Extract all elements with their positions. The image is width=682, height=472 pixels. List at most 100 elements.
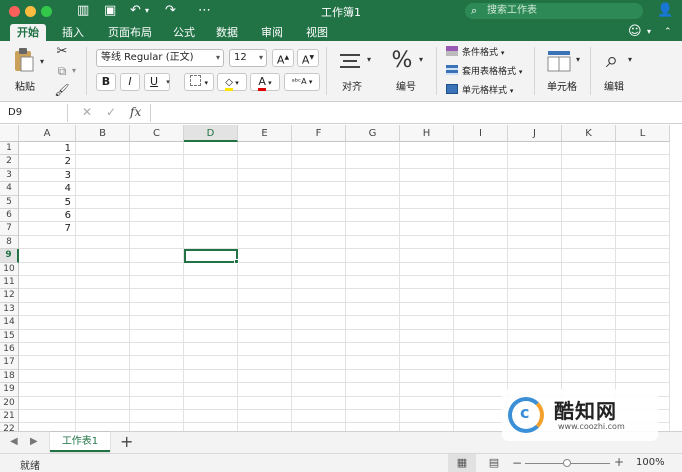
- cell-i4[interactable]: [454, 182, 508, 196]
- cell-c17[interactable]: [130, 356, 184, 370]
- cell-h4[interactable]: [400, 182, 454, 196]
- row-header-17[interactable]: 17: [0, 356, 19, 370]
- cell-h18[interactable]: [400, 369, 454, 384]
- cell-e3[interactable]: [238, 168, 292, 183]
- cell-h16[interactable]: [400, 343, 454, 357]
- cell-d2[interactable]: [184, 155, 238, 169]
- cell-d16[interactable]: [184, 343, 238, 357]
- cell-d12[interactable]: [184, 289, 238, 303]
- cell-f12[interactable]: [292, 289, 346, 303]
- cell-b6[interactable]: [76, 209, 130, 223]
- cell-d8[interactable]: [184, 235, 238, 250]
- cell-g10[interactable]: [346, 262, 400, 276]
- cell-i2[interactable]: [454, 155, 508, 169]
- column-header-k[interactable]: K: [562, 125, 616, 142]
- cell-e16[interactable]: [238, 343, 292, 357]
- cell-e22[interactable]: [238, 423, 292, 431]
- cell-j9[interactable]: [508, 249, 562, 263]
- cell-c18[interactable]: [130, 369, 184, 384]
- cell-l8[interactable]: [616, 235, 670, 250]
- fill-handle[interactable]: [234, 258, 239, 264]
- cell-i6[interactable]: [454, 209, 508, 223]
- row-header-9[interactable]: 9: [0, 249, 19, 263]
- cell-e10[interactable]: [238, 262, 292, 276]
- cell-b21[interactable]: [76, 410, 130, 424]
- prev-sheet-icon[interactable]: ◀: [10, 436, 18, 447]
- cell-i3[interactable]: [454, 168, 508, 183]
- row-header-20[interactable]: 20: [0, 396, 19, 410]
- normal-view-icon[interactable]: ▦: [448, 454, 476, 472]
- column-header-h[interactable]: H: [400, 125, 454, 142]
- cell-k15[interactable]: [562, 329, 616, 343]
- cell-f7[interactable]: [292, 222, 346, 236]
- cell-c9[interactable]: [130, 249, 184, 263]
- select-all-corner[interactable]: [0, 125, 19, 142]
- number-format-icon[interactable]: %: [388, 45, 416, 75]
- cell-k14[interactable]: [562, 316, 616, 330]
- cell-h2[interactable]: [400, 155, 454, 169]
- cell-j4[interactable]: [508, 182, 562, 196]
- row-header-10[interactable]: 10: [0, 262, 19, 276]
- cell-l4[interactable]: [616, 182, 670, 196]
- cell-e21[interactable]: [238, 410, 292, 424]
- cell-i16[interactable]: [454, 343, 508, 357]
- cell-i22[interactable]: [454, 423, 508, 431]
- cell-h8[interactable]: [400, 235, 454, 250]
- edit-dropdown-icon[interactable]: ▾: [626, 55, 634, 64]
- cell-f15[interactable]: [292, 329, 346, 343]
- cell-b2[interactable]: [76, 155, 130, 169]
- cell-g5[interactable]: [346, 195, 400, 209]
- cell-k13[interactable]: [562, 302, 616, 317]
- next-sheet-icon[interactable]: ▶: [30, 436, 38, 447]
- cell-l18[interactable]: [616, 369, 670, 384]
- cell-j6[interactable]: [508, 209, 562, 223]
- cell-l11[interactable]: [616, 276, 670, 290]
- font-size-select[interactable]: 12 ▾: [229, 49, 267, 67]
- cell-a7[interactable]: 7: [19, 222, 76, 236]
- row-header-19[interactable]: 19: [0, 383, 19, 397]
- cell-j16[interactable]: [508, 343, 562, 357]
- cell-l13[interactable]: [616, 302, 670, 317]
- cell-l7[interactable]: [616, 222, 670, 236]
- column-header-d[interactable]: D: [184, 125, 238, 142]
- cell-f1[interactable]: [292, 142, 346, 156]
- cell-d17[interactable]: [184, 356, 238, 370]
- formula-input[interactable]: [156, 104, 676, 122]
- cell-g13[interactable]: [346, 302, 400, 317]
- cell-c1[interactable]: [130, 142, 184, 156]
- cell-f9[interactable]: [292, 249, 346, 263]
- cell-e12[interactable]: [238, 289, 292, 303]
- cell-d4[interactable]: [184, 182, 238, 196]
- cell-f17[interactable]: [292, 356, 346, 370]
- cell-e2[interactable]: [238, 155, 292, 169]
- cell-l10[interactable]: [616, 262, 670, 276]
- cell-a18[interactable]: [19, 369, 76, 384]
- feedback-smiley-icon[interactable]: ☺: [628, 24, 642, 39]
- column-header-c[interactable]: C: [130, 125, 184, 142]
- cell-k2[interactable]: [562, 155, 616, 169]
- find-icon[interactable]: ⌕: [598, 45, 626, 75]
- underline-dropdown-icon[interactable]: ▾: [164, 76, 172, 88]
- phonetic-button[interactable]: ᵃᵇᶜA ▾: [284, 73, 320, 91]
- cell-i18[interactable]: [454, 369, 508, 384]
- paste-dropdown-icon[interactable]: ▾: [38, 57, 46, 66]
- cell-c19[interactable]: [130, 383, 184, 397]
- row-header-22[interactable]: 22: [0, 423, 19, 431]
- cell-g19[interactable]: [346, 383, 400, 397]
- cell-h7[interactable]: [400, 222, 454, 236]
- cell-j14[interactable]: [508, 316, 562, 330]
- cell-i5[interactable]: [454, 195, 508, 209]
- cancel-icon[interactable]: ✕: [82, 105, 92, 119]
- name-box[interactable]: D9: [0, 104, 68, 122]
- cell-k16[interactable]: [562, 343, 616, 357]
- row-header-8[interactable]: 8: [0, 235, 19, 250]
- cell-g8[interactable]: [346, 235, 400, 250]
- cell-g4[interactable]: [346, 182, 400, 196]
- cell-f18[interactable]: [292, 369, 346, 384]
- cell-b12[interactable]: [76, 289, 130, 303]
- font-name-select[interactable]: 等线 Regular (正文) ▾: [96, 49, 224, 67]
- cell-i12[interactable]: [454, 289, 508, 303]
- cell-d19[interactable]: [184, 383, 238, 397]
- cell-c8[interactable]: [130, 235, 184, 250]
- cell-i13[interactable]: [454, 302, 508, 317]
